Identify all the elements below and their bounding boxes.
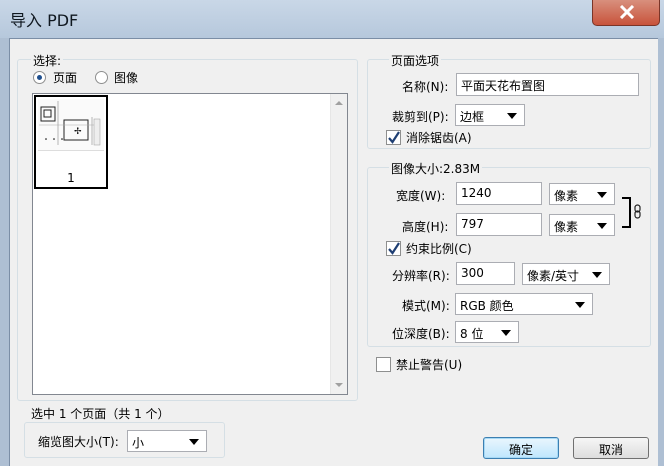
- mode-value: RGB 颜色: [460, 299, 514, 313]
- svg-text:✢: ✢: [74, 127, 82, 137]
- constrain-checkbox[interactable]: [386, 241, 401, 256]
- image-size-legend: 图像大小:2.83M: [389, 160, 483, 177]
- chain-link-icon: [634, 204, 641, 219]
- title-bar[interactable]: 导入 PDF: [0, 0, 664, 38]
- height-unit-select[interactable]: 像素: [549, 214, 615, 236]
- list-scrollbar[interactable]: [330, 94, 347, 394]
- chevron-down-icon: [592, 272, 602, 278]
- crop-select[interactable]: 边框: [455, 104, 525, 126]
- antialias-checkbox[interactable]: [386, 130, 401, 145]
- crop-value: 边框: [460, 110, 485, 124]
- constrain-label[interactable]: 约束比例(C): [406, 240, 472, 257]
- height-value: 797: [461, 217, 484, 231]
- radio-dot: [37, 75, 42, 80]
- select-legend: 选择:: [31, 52, 64, 69]
- selection-status: 选中 1 个页面（共 1 个）: [31, 407, 170, 421]
- chevron-down-icon: [501, 330, 511, 336]
- radio-image[interactable]: [95, 71, 108, 84]
- checkmark-icon: [388, 131, 400, 144]
- resolution-unit-value: 像素/英寸: [527, 269, 580, 283]
- height-label: 高度(H):: [402, 220, 449, 234]
- depth-select[interactable]: 8 位: [455, 321, 519, 343]
- window-frame-right: [658, 38, 664, 466]
- page-number: 1: [67, 171, 75, 185]
- crop-label: 裁剪到(P):: [392, 110, 449, 124]
- mode-select[interactable]: RGB 颜色: [455, 293, 593, 315]
- width-field[interactable]: 1240: [456, 182, 542, 205]
- width-value: 1240: [461, 186, 492, 200]
- thumbnail-preview: ✢: [38, 99, 104, 151]
- resolution-label: 分辨率(R):: [392, 269, 450, 283]
- radio-page[interactable]: [33, 71, 46, 84]
- name-field[interactable]: 平面天花布置图: [456, 73, 639, 96]
- depth-value: 8 位: [460, 327, 484, 341]
- window-frame-left: [0, 38, 9, 466]
- thumb-size-label: 缩览图大小(T):: [38, 435, 119, 449]
- ok-button[interactable]: 确定: [483, 437, 559, 459]
- antialias-label[interactable]: 消除锯齿(A): [406, 129, 472, 146]
- radio-image-label[interactable]: 图像: [114, 69, 138, 86]
- page-thumbnail-list[interactable]: ✢ 1: [32, 93, 348, 395]
- radio-page-label[interactable]: 页面: [53, 69, 77, 86]
- width-label: 宽度(W):: [396, 189, 446, 203]
- chevron-down-icon: [575, 302, 585, 308]
- chevron-down-icon: [507, 113, 517, 119]
- page-thumbnail[interactable]: ✢ 1: [34, 95, 108, 189]
- suppress-warnings-checkbox[interactable]: [376, 357, 391, 372]
- scroll-down-icon[interactable]: [335, 383, 343, 387]
- checkmark-icon: [388, 242, 400, 255]
- resolution-value: 300: [461, 266, 484, 280]
- chevron-down-icon: [189, 439, 199, 445]
- constrain-link-bracket: [622, 197, 631, 228]
- resolution-unit-select[interactable]: 像素/英寸: [522, 263, 610, 285]
- chevron-down-icon: [597, 192, 607, 198]
- thumb-size-value: 小: [132, 436, 145, 450]
- width-unit-value: 像素: [554, 189, 579, 203]
- name-value: 平面天花布置图: [461, 79, 546, 93]
- chevron-down-icon: [597, 223, 607, 229]
- depth-label: 位深度(B):: [392, 327, 450, 341]
- dialog-body: 选择: 页面 图像 ✢ 1 选中 1 个页面（共 1 个） 缩览图大小(T): …: [9, 38, 658, 466]
- close-icon: [619, 5, 635, 19]
- window-title: 导入 PDF: [10, 11, 79, 30]
- mode-label: 模式(M):: [402, 299, 450, 313]
- name-label: 名称(N):: [402, 80, 449, 94]
- resolution-field[interactable]: 300: [456, 262, 515, 285]
- thumb-size-select[interactable]: 小: [127, 430, 207, 452]
- scroll-up-icon[interactable]: [335, 101, 343, 105]
- page-options-legend: 页面选项: [389, 52, 442, 69]
- suppress-warnings-label[interactable]: 禁止警告(U): [396, 356, 462, 373]
- width-unit-select[interactable]: 像素: [549, 183, 615, 205]
- cancel-button[interactable]: 取消: [573, 437, 649, 459]
- height-field[interactable]: 797: [456, 213, 542, 236]
- close-button[interactable]: [592, 0, 660, 26]
- height-unit-value: 像素: [554, 220, 579, 234]
